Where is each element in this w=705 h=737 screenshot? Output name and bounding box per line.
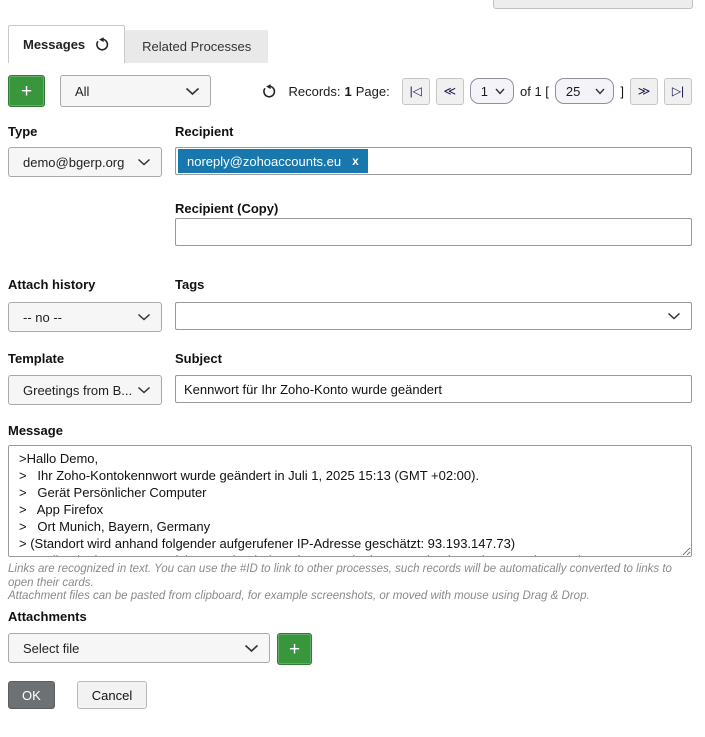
page-label: Page:	[356, 84, 390, 99]
tab-messages[interactable]: Messages	[8, 25, 125, 63]
tab-related-processes-label: Related Processes	[142, 39, 251, 54]
prev-page-icon: ≪	[443, 84, 456, 98]
message-textarea[interactable]: >Hallo Demo, > Ihr Zoho-Kontokennwort wu…	[8, 445, 692, 557]
tab-messages-label: Messages	[23, 37, 85, 52]
chevron-down-icon	[595, 88, 605, 95]
first-page-button[interactable]: |◁	[402, 78, 430, 105]
refresh-icon[interactable]	[95, 37, 110, 52]
last-page-icon: ▷|	[672, 84, 684, 98]
page-of-label: of 1 [	[520, 84, 549, 99]
cancel-button[interactable]: Cancel	[77, 681, 147, 709]
type-select-value: demo@bgerp.org	[23, 155, 124, 170]
chevron-down-icon	[137, 313, 151, 321]
tags-select[interactable]	[175, 302, 692, 330]
recipient-copy-input[interactable]	[175, 218, 692, 246]
attach-history-label: Attach history	[8, 277, 162, 292]
chevron-down-icon	[244, 644, 259, 653]
template-select[interactable]: Greetings from B...	[8, 375, 162, 405]
subject-label: Subject	[175, 351, 692, 366]
messages-panel: Messages Related Processes + All	[0, 0, 705, 737]
page-number-select[interactable]: 1	[470, 78, 514, 104]
type-select[interactable]: demo@bgerp.org	[8, 147, 162, 177]
chevron-down-icon	[495, 88, 505, 95]
page-number-value: 1	[481, 84, 488, 99]
ok-button[interactable]: OK	[8, 681, 55, 709]
subject-input[interactable]	[175, 375, 692, 403]
message-hints: Links are recognized in text. You can us…	[8, 563, 698, 604]
filter-select[interactable]: All	[60, 75, 211, 107]
refresh-icon[interactable]	[262, 84, 277, 99]
last-page-button[interactable]: ▷|	[664, 78, 692, 105]
toolbar: + All Records: 1 Page: |◁	[8, 75, 692, 107]
recipient-tag[interactable]: noreply@zohoaccounts.eu x	[178, 149, 368, 173]
recipient-input[interactable]: noreply@zohoaccounts.eu x	[175, 147, 692, 175]
attach-history-value: -- no --	[23, 310, 62, 325]
filter-select-value: All	[75, 84, 89, 99]
next-page-button[interactable]: ≫	[630, 78, 658, 105]
recipient-tag-label: noreply@zohoaccounts.eu	[187, 154, 341, 169]
records-info: Records: 1 Page:	[289, 84, 390, 99]
form-actions: OK Cancel	[8, 681, 147, 709]
records-label: Records:	[289, 84, 341, 99]
top-cropped-button[interactable]	[493, 0, 693, 9]
records-count: 1	[345, 84, 352, 99]
chevron-down-icon	[137, 386, 151, 394]
page-size-value: 25	[566, 84, 580, 99]
chevron-down-icon	[667, 312, 681, 320]
page-size-select[interactable]: 25	[555, 78, 614, 104]
add-attachment-button[interactable]: +	[277, 633, 312, 665]
template-label: Template	[8, 351, 162, 366]
hint-links: Links are recognized in text. You can us…	[8, 563, 698, 590]
hint-attachments: Attachment files can be pasted from clip…	[8, 590, 698, 604]
pagination: Records: 1 Page: |◁ ≪ 1 of 1 [ 25	[262, 78, 693, 105]
recipient-copy-label: Recipient (Copy)	[175, 201, 692, 216]
tab-bar: Messages Related Processes	[8, 25, 268, 63]
next-page-icon: ≫	[638, 84, 651, 98]
attachments-row: Select file +	[8, 633, 312, 665]
attachments-label: Attachments	[8, 609, 87, 624]
tags-label: Tags	[175, 277, 692, 292]
remove-tag-icon[interactable]: x	[352, 154, 359, 168]
chevron-down-icon	[185, 87, 200, 96]
plus-icon: +	[289, 640, 300, 659]
bracket-close: ]	[620, 84, 624, 99]
tab-related-processes[interactable]: Related Processes	[125, 30, 268, 63]
attach-history-select[interactable]: -- no --	[8, 302, 162, 332]
type-label: Type	[8, 124, 162, 139]
template-select-value: Greetings from B...	[23, 383, 132, 398]
message-label: Message	[8, 423, 63, 438]
first-page-icon: |◁	[410, 84, 422, 98]
recipient-label: Recipient	[175, 124, 692, 139]
chevron-down-icon	[137, 158, 151, 166]
prev-page-button[interactable]: ≪	[436, 78, 464, 105]
plus-icon: +	[21, 82, 32, 101]
attachment-file-select[interactable]: Select file	[8, 633, 270, 663]
attachment-file-value: Select file	[23, 641, 79, 656]
add-message-button[interactable]: +	[8, 75, 45, 107]
